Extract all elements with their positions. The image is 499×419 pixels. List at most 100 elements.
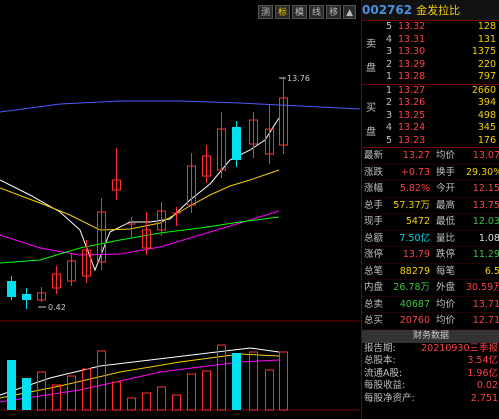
orderbook-row[interactable]: 1 13.27 2660 xyxy=(362,85,499,98)
bid-book: 买 盘 1 13.27 2660 2 13.26 394 3 13.25 498 4 13.24 34… xyxy=(362,85,499,148)
orderbook-vol: 394 xyxy=(477,97,496,108)
orderbook-vol: 2660 xyxy=(471,84,496,96)
orderbook-lvl: 4 xyxy=(386,33,393,45)
orderbook-vol: 1375 xyxy=(471,46,496,57)
orderbook-price: 13.29 xyxy=(398,58,426,70)
toolbar-button[interactable]: 测 xyxy=(258,5,274,19)
toolbar-button[interactable]: 线 xyxy=(309,5,325,19)
orderbook-lvl: 3 xyxy=(386,109,393,121)
quote-label: 跌停 xyxy=(436,249,456,260)
candle-body xyxy=(22,294,31,300)
quote-value: 13.75 xyxy=(472,199,499,211)
quote-label: 涨停 xyxy=(364,249,384,260)
stock-header: 002762 金发拉比 xyxy=(362,0,499,21)
orderbook-row[interactable]: 2 13.26 394 xyxy=(362,97,499,110)
toolbar-button[interactable]: ▲ xyxy=(343,5,356,19)
financial-label: 每股净资产: xyxy=(364,392,415,404)
toolbar-button[interactable]: 移 xyxy=(326,5,342,19)
sell-label-2: 盘 xyxy=(366,63,376,74)
orderbook-row[interactable]: 3 13.30 1375 xyxy=(362,46,499,59)
orderbook-row[interactable]: 5 13.32 128 xyxy=(362,21,499,34)
high-label: 13.76 xyxy=(287,74,310,83)
financial-row: 总股本: 3.54亿 xyxy=(362,355,499,368)
quote-label: 内盘 xyxy=(364,282,384,293)
financial-row: 每股收益: 0.02 xyxy=(362,380,499,393)
quote-value: 5.82% xyxy=(399,183,430,194)
quote-value: 1.08 xyxy=(478,232,499,244)
candlestick-chart[interactable]: 13.76 0.42 测标模线移 ▲ xyxy=(0,0,360,419)
orderbook-row[interactable]: 4 13.24 345 xyxy=(362,122,499,135)
toolbar-button[interactable]: 模 xyxy=(292,5,308,19)
chart-canvas: 13.76 0.42 xyxy=(0,0,360,419)
orderbook-lvl: 1 xyxy=(386,84,393,96)
financial-label: 流通A股: xyxy=(364,367,403,379)
quote-label: 最新 xyxy=(364,150,384,161)
quote-row: 最新 13.27 均价 13.07 xyxy=(362,148,499,165)
financial-value: 0.02 xyxy=(476,380,498,391)
financial-row: 报告期: 20210930三季报 xyxy=(362,343,499,356)
quote-row: 总手 57.37万 最高 13.75 xyxy=(362,198,499,214)
candle-body xyxy=(7,281,16,297)
orderbook-vol: 345 xyxy=(477,122,496,133)
quote-label: 总额 xyxy=(364,232,384,244)
quote-label: 涨幅 xyxy=(364,183,384,194)
quote-row: 总买 20760 均价 12.71 xyxy=(362,313,499,330)
quote-value: 7.50亿 xyxy=(399,232,430,244)
financials-table: 报告期: 20210930三季报 总股本: 3.54亿 流通A股: 1.96亿 每股收益: 0… xyxy=(362,343,499,406)
quote-row: 涨跌 +0.73 换手 29.30% xyxy=(362,165,499,181)
orderbook-vol: 131 xyxy=(477,33,496,45)
financials-header: 财务数据 xyxy=(362,329,499,343)
quote-row: 内盘 26.78万 外盘 30.59万 xyxy=(362,280,499,297)
orderbook-row[interactable]: 5 13.23 176 xyxy=(362,135,499,148)
orderbook-price: 13.32 xyxy=(398,21,426,32)
low-label: 0.42 xyxy=(48,303,66,312)
quote-label: 总手 xyxy=(364,199,384,211)
quote-panel: 002762 金发拉比 卖 盘 5 13.32 128 4 13.31 131 3 13.30… xyxy=(361,0,499,419)
buy-label-2: 盘 xyxy=(366,126,376,138)
orderbook-price: 13.25 xyxy=(398,109,426,121)
quote-value: 5472 xyxy=(405,216,430,227)
orderbook-row[interactable]: 4 13.31 131 xyxy=(362,34,499,47)
chart-toolbar: 测标模线移 ▲ xyxy=(258,5,356,19)
orderbook-price: 13.30 xyxy=(398,46,426,57)
financial-value: 2.751 xyxy=(470,392,498,404)
orderbook-price: 13.26 xyxy=(398,97,426,108)
quote-value: 13.71 xyxy=(472,298,499,310)
orderbook-lvl: 4 xyxy=(386,122,393,133)
toolbar-button[interactable]: 标 xyxy=(275,5,291,19)
quote-row: 现手 5472 最低 12.03 xyxy=(362,214,499,231)
orderbook-row[interactable]: 3 13.25 498 xyxy=(362,110,499,123)
orderbook-lvl: 5 xyxy=(386,21,393,32)
volume-bar xyxy=(22,378,31,410)
orderbook-price: 13.28 xyxy=(398,71,426,82)
quote-value: 13.79 xyxy=(402,249,430,260)
quote-table: 最新 13.27 均价 13.07 涨跌 +0.73 换手 29.30% 涨幅 5.82% 今开 12… xyxy=(362,148,499,330)
financial-value: 20210930三季报 xyxy=(421,342,498,354)
orderbook-vol: 498 xyxy=(477,109,496,121)
financial-row: 每股净资产: 2.751 xyxy=(362,393,499,406)
volume-bar xyxy=(7,360,16,410)
orderbook-row[interactable]: 2 13.29 220 xyxy=(362,59,499,72)
quote-value: 30.59万 xyxy=(466,282,499,293)
orderbook-price: 13.27 xyxy=(398,84,426,96)
quote-label: 最高 xyxy=(436,199,456,211)
orderbook-row[interactable]: 1 13.28 797 xyxy=(362,71,499,84)
ask-book: 卖 盘 5 13.32 128 4 13.31 131 3 13.30 1375 2 13.29 22… xyxy=(362,21,499,84)
orderbook-vol: 220 xyxy=(477,58,496,70)
financial-value: 1.96亿 xyxy=(467,367,498,379)
quote-value: 11.29 xyxy=(472,249,499,260)
stock-code: 002762 xyxy=(362,3,413,17)
quote-value: 6.5 xyxy=(484,265,499,277)
quote-label: 外盘 xyxy=(436,282,456,293)
quote-value: +0.73 xyxy=(400,166,430,178)
quote-label: 现手 xyxy=(364,216,384,227)
quote-row: 涨幅 5.82% 今开 12.15 xyxy=(362,181,499,198)
quote-label: 每笔 xyxy=(436,265,456,277)
financial-label: 报告期: xyxy=(364,342,396,354)
quote-label: 换手 xyxy=(436,166,456,178)
quote-value: 26.78万 xyxy=(393,282,430,293)
quote-label: 总笔 xyxy=(364,265,384,277)
quote-label: 总买 xyxy=(364,315,384,326)
quote-value: 13.07 xyxy=(472,150,499,161)
orderbook-price: 13.23 xyxy=(398,134,426,146)
